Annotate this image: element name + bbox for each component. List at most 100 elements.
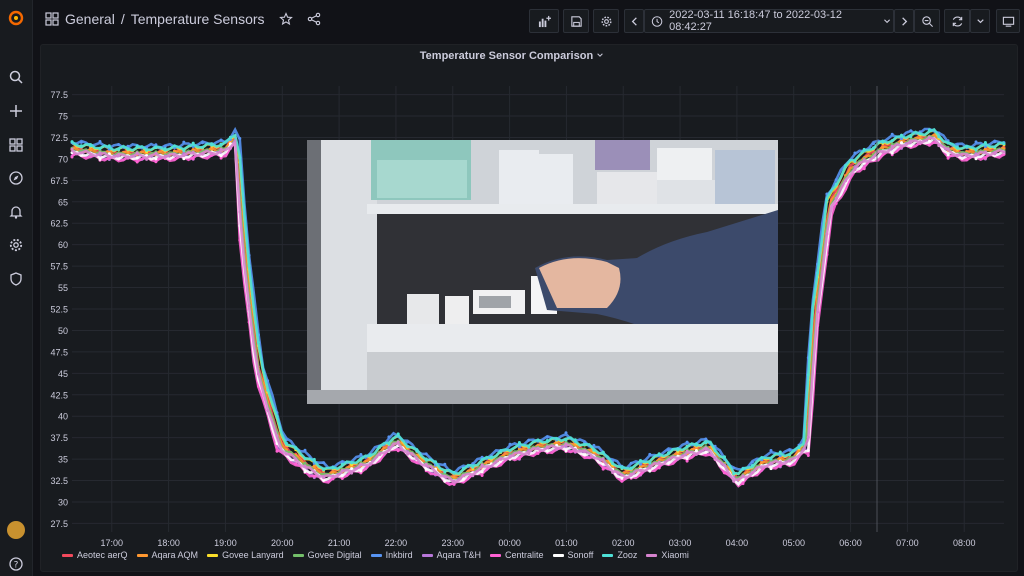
legend-swatch [292,553,304,557]
series-point [1002,142,1006,146]
legend-item[interactable]: Centralite [490,550,544,560]
series-point [452,470,456,474]
series-point [909,140,913,144]
series-point [424,452,428,456]
series-point [722,463,726,467]
series-point [303,470,307,474]
series-point [154,160,158,164]
series-point [387,448,391,452]
series-point [266,409,270,412]
series-point [434,471,437,475]
series-point [238,156,242,160]
series-point [853,168,857,172]
series-point [312,474,316,478]
series-point [508,454,512,458]
series-point [601,467,605,471]
y-tick-label: 72.5 [50,133,68,143]
y-tick-label: 67.5 [50,176,68,186]
series-point [163,155,167,158]
fridge-photo-overlay [307,140,778,404]
series-point [946,156,950,160]
series-point [359,453,363,456]
series-point [126,155,130,159]
series-point [713,449,717,453]
series-point [890,151,894,155]
legend-label: Aqara T&H [436,550,482,560]
legend-item[interactable]: Inkbird [370,550,413,560]
series-point [117,148,121,151]
series-point [294,458,298,462]
series-point [182,140,186,144]
series-point [732,472,736,476]
series-point [340,473,344,477]
legend-item[interactable]: Govee Digital [292,550,362,560]
series-point [387,442,391,446]
series-point [79,151,83,155]
series-point [918,132,922,136]
series-point [722,471,726,475]
series-point [107,154,111,158]
series-point [98,140,102,143]
series-point [536,452,540,455]
series-point [685,440,689,444]
series-point [443,479,447,483]
series-point [424,467,428,471]
series-point [238,137,242,140]
series-point [135,160,139,164]
legend-item[interactable]: Govee Lanyard [207,550,284,560]
legend-item[interactable]: Xiaomi [646,550,689,560]
series-point [900,133,903,137]
series-point [424,457,428,461]
series-point [983,141,987,144]
series-point [844,179,848,183]
series-point [778,460,782,464]
series-point [461,466,465,470]
legend-item[interactable]: Aeotec aerQ [62,550,128,560]
series-point [927,135,931,139]
legend-item[interactable]: Aqara AQM [136,550,198,560]
series-point [741,478,745,482]
series-point [778,464,782,468]
legend-item[interactable]: Aqara T&H [421,550,482,560]
series-point [536,446,540,450]
series-point [685,457,689,461]
series-point [135,156,139,160]
x-tick-label: 21:00 [328,538,351,548]
legend-item[interactable]: Zooz [602,550,637,560]
series-point [163,147,167,151]
series-point [750,464,754,467]
series-point [564,442,568,446]
series-point [322,468,326,472]
series-point [900,141,903,145]
series-point [219,138,223,142]
series-point [424,462,428,466]
series-point [555,437,559,441]
y-tick-label: 50 [58,326,68,336]
legend-swatch [370,553,382,557]
legend-item[interactable]: Sonoff [552,550,593,560]
series-point [322,476,326,480]
y-tick-label: 35 [58,455,68,465]
y-tick-label: 77.5 [50,90,68,100]
y-tick-label: 27.5 [50,519,68,529]
series-point [946,153,950,157]
series-point [769,461,773,465]
series-point [620,479,624,483]
series-point [825,232,829,236]
series-point [340,477,344,480]
series-point [555,447,559,451]
series-point [471,474,475,478]
series-point [135,151,139,155]
series-point [266,388,270,392]
series-point [974,148,978,152]
series-point [844,163,848,167]
series-point [256,340,260,344]
series-point [974,153,978,157]
series-point [359,462,363,466]
series-point [946,141,950,145]
series-point [937,144,941,148]
series-point [70,140,74,144]
series-point [396,440,400,444]
y-tick-label: 65 [58,197,68,207]
series-point [312,457,316,461]
